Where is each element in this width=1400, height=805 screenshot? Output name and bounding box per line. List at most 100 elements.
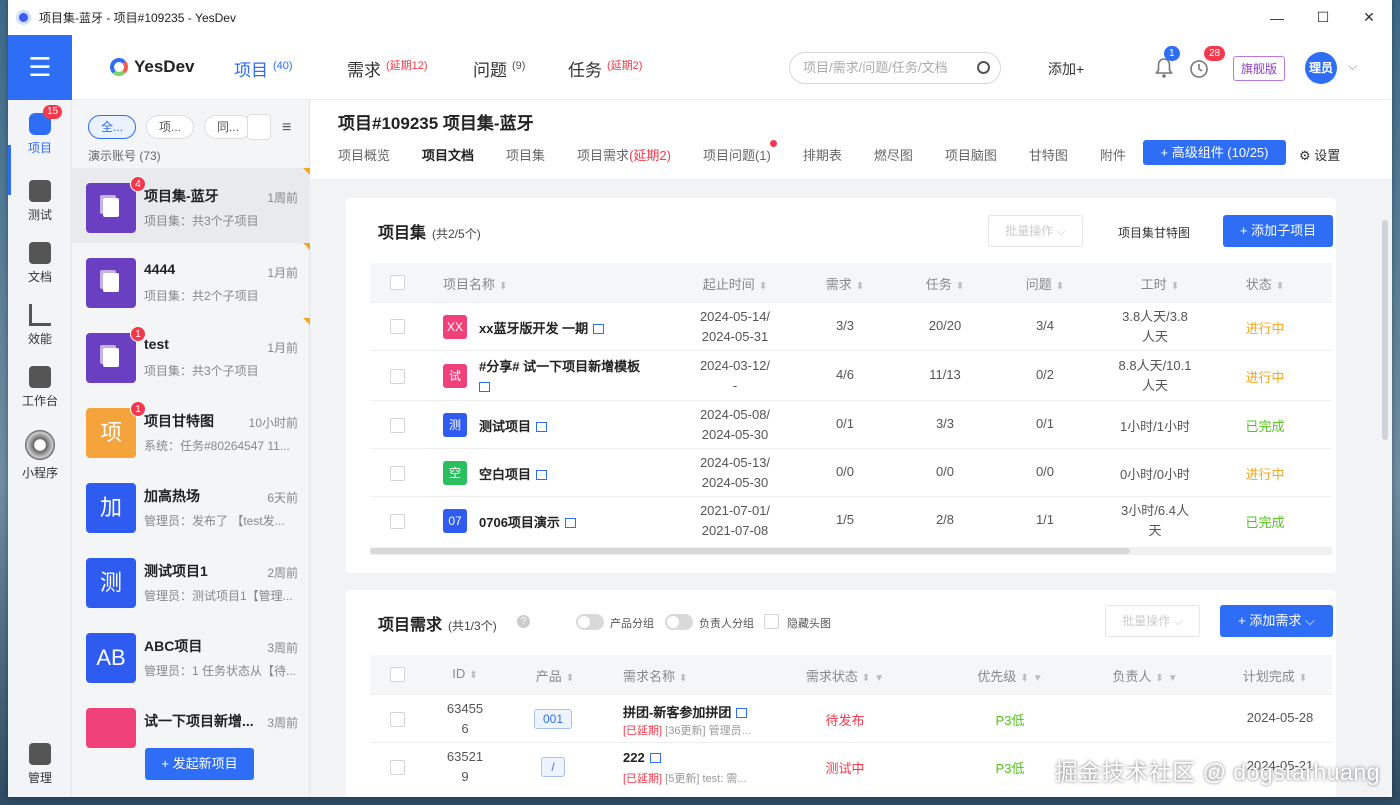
- nav-issues[interactable]: 问题 (9): [473, 56, 525, 81]
- filter-icon[interactable]: ▼: [874, 673, 884, 684]
- select-all-checkbox[interactable]: [390, 667, 405, 682]
- search-icon[interactable]: [977, 61, 990, 74]
- filter-icon[interactable]: ▼: [1033, 673, 1043, 684]
- req-name[interactable]: 222: [623, 750, 661, 765]
- subproject-name[interactable]: 0706项目演示: [479, 512, 576, 531]
- table-row[interactable]: 07 0706项目演示 2021-07-01/2021-07-08 1/5 2/…: [370, 496, 1332, 544]
- req-batch-button[interactable]: 批量操作 ⌵: [1105, 605, 1200, 637]
- vertical-scrollbar[interactable]: [1382, 220, 1388, 440]
- subproject-name[interactable]: 测试项目: [479, 416, 548, 435]
- filter-extra-box[interactable]: [247, 114, 271, 140]
- list-item[interactable]: 加 加高热场 6天前 管理员：发布了 【test发...: [72, 468, 310, 543]
- tab-attachments[interactable]: 附件: [1100, 145, 1126, 164]
- product-tag[interactable]: /: [541, 757, 565, 777]
- col-req-name[interactable]: 需求名称 ⬍: [623, 666, 687, 685]
- clock-icon[interactable]: [1188, 57, 1208, 79]
- filter-same[interactable]: 同...: [204, 115, 253, 139]
- minimize-button[interactable]: —: [1254, 0, 1300, 35]
- open-link-icon[interactable]: [593, 324, 605, 334]
- table-row[interactable]: 测 测试项目 2024-05-08/2024-05-30 0/1 3/3 0/1…: [370, 400, 1332, 448]
- open-link-icon[interactable]: [649, 753, 661, 763]
- col-name[interactable]: 项目名称 ⬍: [443, 274, 507, 293]
- tab-schedule[interactable]: 排期表: [803, 145, 842, 164]
- col-status[interactable]: 状态 ⬍: [1230, 274, 1300, 293]
- help-icon[interactable]: ?: [517, 615, 530, 628]
- nav-requirements[interactable]: 需求 (延期12): [347, 56, 428, 81]
- row-checkbox[interactable]: [390, 514, 405, 529]
- list-item[interactable]: 1 test 1月前 项目集：共3个子项目: [72, 318, 310, 393]
- horizontal-scrollbar[interactable]: [370, 547, 1332, 555]
- scrollbar-thumb[interactable]: [370, 548, 1130, 554]
- rail-item-workbench[interactable]: 工作台: [8, 366, 72, 409]
- list-item[interactable]: 测 测试项目1 2周前 管理员：测试项目1【管理...: [72, 543, 310, 618]
- table-row[interactable]: 空 空白项目 2024-05-13/2024-05-30 0/0 0/0 0/0…: [370, 448, 1332, 496]
- row-checkbox[interactable]: [390, 418, 405, 433]
- list-menu-icon[interactable]: ≡: [282, 119, 291, 137]
- rail-item-efficiency[interactable]: 效能: [8, 304, 72, 347]
- tab-issues[interactable]: 项目问题(1): [703, 140, 777, 164]
- tab-mindmap[interactable]: 项目脑图: [945, 145, 997, 164]
- user-avatar[interactable]: 理员: [1305, 52, 1337, 84]
- advanced-components-button[interactable]: + 高级组件 (10/25): [1143, 140, 1286, 165]
- col-issue[interactable]: 问题 ⬍: [1010, 274, 1080, 293]
- filter-all[interactable]: 全...: [88, 115, 137, 139]
- col-hours[interactable]: 工时 ⬍: [1110, 274, 1210, 293]
- list-item[interactable]: 4444 1月前 项目集：共2个子项目: [72, 243, 310, 318]
- product-group-toggle[interactable]: [576, 614, 604, 630]
- table-row[interactable]: XX xx蓝牙版开发 一期 2024-05-14/2024-05-31 3/3 …: [370, 302, 1332, 350]
- brand-logo[interactable]: YesDev: [110, 57, 195, 77]
- table-row[interactable]: 63455 6 001 拼团-新客参加拼团 [已延期] [36更新] 管理员...…: [370, 694, 1332, 742]
- tab-program[interactable]: 项目集: [506, 145, 545, 164]
- subproject-name[interactable]: 空白项目: [479, 464, 548, 483]
- subproject-name[interactable]: xx蓝牙版开发 一期: [479, 318, 605, 337]
- list-item[interactable]: 4 项目集-蓝牙 1周前 项目集：共3个子项目: [72, 168, 310, 243]
- product-tag[interactable]: 001: [534, 709, 572, 729]
- new-project-button[interactable]: + 发起新项目: [145, 748, 254, 780]
- hide-cover-checkbox[interactable]: [764, 614, 779, 629]
- tab-requirements[interactable]: 项目需求(延期2): [577, 145, 671, 164]
- col-req-status[interactable]: 需求状态 ⬍ ▼: [790, 666, 900, 685]
- batch-operation-button[interactable]: 批量操作 ⌵: [988, 215, 1083, 247]
- tab-docs[interactable]: 项目文档: [422, 145, 474, 164]
- table-row[interactable]: 试 #分享# 试一下项目新增模板 2024-03-12/- 4/6 11/13 …: [370, 350, 1332, 400]
- open-link-icon[interactable]: [536, 422, 548, 432]
- row-checkbox[interactable]: [390, 712, 405, 727]
- col-id[interactable]: ID ⬍: [430, 666, 500, 681]
- open-link-icon[interactable]: [736, 708, 748, 718]
- rail-item-project[interactable]: 15 项目: [8, 105, 72, 156]
- edition-badge[interactable]: 旗舰版: [1233, 56, 1286, 81]
- col-product[interactable]: 产品 ⬍: [520, 666, 590, 685]
- tab-burndown[interactable]: 燃尽图: [874, 145, 913, 164]
- rail-item-miniapp[interactable]: 小程序: [8, 430, 72, 481]
- row-checkbox[interactable]: [390, 319, 405, 334]
- close-button[interactable]: ✕: [1346, 0, 1392, 35]
- rail-item-test[interactable]: 测试: [8, 180, 72, 223]
- filter-icon[interactable]: ▼: [1168, 673, 1178, 684]
- open-link-icon[interactable]: [564, 518, 576, 528]
- req-name[interactable]: 拼团-新客参加拼团: [623, 702, 748, 721]
- rail-item-doc[interactable]: 文档: [8, 242, 72, 285]
- col-req[interactable]: 需求 ⬍: [810, 274, 880, 293]
- owner-group-toggle[interactable]: [665, 614, 693, 630]
- select-all-checkbox[interactable]: [390, 275, 405, 290]
- row-checkbox[interactable]: [390, 369, 405, 384]
- subproject-name[interactable]: #分享# 试一下项目新增模板: [479, 357, 669, 397]
- open-link-icon[interactable]: [479, 382, 490, 392]
- col-task[interactable]: 任务 ⬍: [910, 274, 980, 293]
- add-menu-button[interactable]: 添加+: [1048, 59, 1084, 79]
- add-subproject-button[interactable]: + 添加子项目: [1223, 215, 1333, 247]
- filter-project[interactable]: 项...: [146, 115, 195, 139]
- nav-tasks[interactable]: 任务 (延期2): [568, 56, 642, 81]
- collapse-menu-button[interactable]: ☰: [8, 35, 72, 100]
- open-link-icon[interactable]: [536, 470, 548, 480]
- global-search-input[interactable]: 项目/需求/问题/任务/文档: [789, 52, 1001, 84]
- tab-gantt[interactable]: 甘特图: [1029, 145, 1068, 164]
- col-priority[interactable]: 优先级 ⬍ ▼: [960, 666, 1060, 685]
- settings-button[interactable]: ⚙ 设置: [1299, 145, 1340, 164]
- maximize-button[interactable]: ☐: [1300, 0, 1346, 35]
- col-owner[interactable]: 负责人 ⬍ ▼: [1095, 666, 1195, 685]
- row-checkbox[interactable]: [390, 466, 405, 481]
- rail-item-admin[interactable]: 管理: [8, 743, 72, 786]
- nav-projects[interactable]: 项目 (40): [234, 56, 293, 81]
- add-requirement-button[interactable]: + 添加需求 ⌵: [1220, 605, 1333, 637]
